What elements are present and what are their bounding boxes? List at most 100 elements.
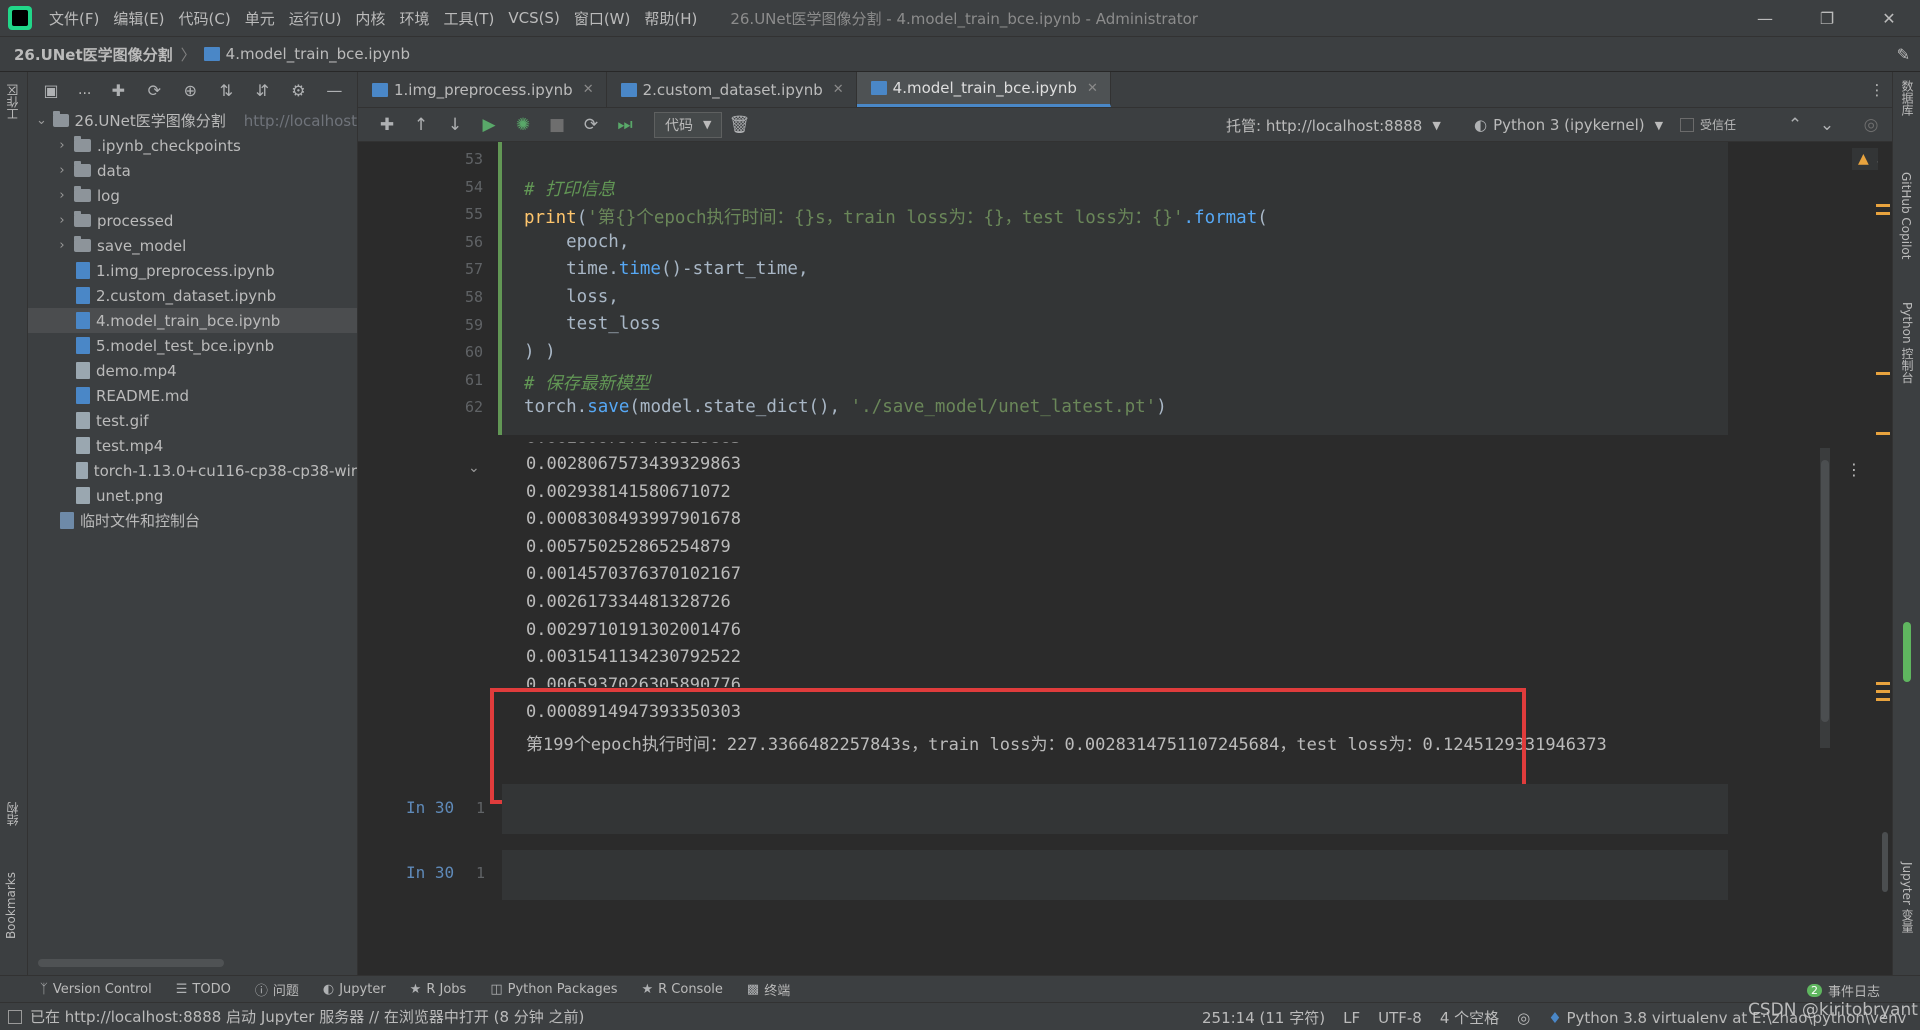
code-line[interactable]: # 打印信息 xyxy=(524,176,615,201)
tab-model-train-bce[interactable]: 4.model_train_bce.ipynb ✕ xyxy=(856,72,1111,107)
jupyter-host-select[interactable]: 托管: http://localhost:8888 ▼ xyxy=(1216,112,1451,138)
sync-icon[interactable]: ⟳ xyxy=(145,81,163,100)
view-mode-selector[interactable]: ... xyxy=(78,82,91,98)
code-line[interactable]: epoch, xyxy=(524,232,629,252)
warning-marker[interactable] xyxy=(1876,204,1890,207)
menu-run[interactable]: 运行(U) xyxy=(282,8,349,29)
menu-tools[interactable]: 工具(T) xyxy=(436,8,501,29)
file-encoding[interactable]: UTF-8 xyxy=(1378,1009,1422,1027)
tab-terminal[interactable]: ▩ 终端 xyxy=(747,980,790,999)
delete-cell-icon[interactable]: 🗑 xyxy=(722,111,756,139)
tree-folder[interactable]: › log xyxy=(28,183,357,208)
empty-code-cell[interactable] xyxy=(502,784,1728,834)
code-line[interactable]: torch.save(model.state_dict(), './save_m… xyxy=(524,397,1167,417)
tab-todo[interactable]: ☰ TODO xyxy=(176,982,231,997)
chevron-up-icon[interactable]: ⌃ xyxy=(1778,111,1812,139)
tab-r-jobs[interactable]: ★ R Jobs xyxy=(410,982,467,997)
chevron-down-icon[interactable]: ⌄ xyxy=(1810,111,1844,139)
tree-root[interactable]: ⌄ 26.UNet医学图像分割 http://localhost xyxy=(28,108,357,133)
bookmarks-tool-button[interactable]: Bookmarks xyxy=(4,872,18,939)
tab-custom-dataset[interactable]: 2.custom_dataset.ipynb ✕ xyxy=(607,72,857,107)
close-tab-icon[interactable]: ✕ xyxy=(583,82,594,97)
tree-folder[interactable]: › processed xyxy=(28,208,357,233)
copilot-icon[interactable]: ◎ xyxy=(1517,1009,1530,1027)
hide-icon[interactable]: — xyxy=(325,81,343,100)
cell-type-select[interactable]: 代码 ▼ xyxy=(654,111,723,138)
tab-jupyter[interactable]: ◐ Jupyter xyxy=(323,982,386,997)
debug-icon[interactable]: ✺ xyxy=(506,111,540,139)
trusted-toggle[interactable]: 受信任 xyxy=(1680,116,1736,133)
edit-icon[interactable]: ✎ xyxy=(1897,45,1910,64)
collapse-all-icon[interactable]: ⇵ xyxy=(253,81,271,100)
run-cell-icon[interactable]: ▶ xyxy=(472,111,506,139)
tree-file[interactable]: torch-1.13.0+cu116-cp38-cp38-wir xyxy=(28,458,357,483)
warning-marker[interactable] xyxy=(1876,372,1890,375)
warning-marker[interactable] xyxy=(1876,212,1890,215)
python-console-tool-button[interactable]: Python 控制台 xyxy=(1899,302,1916,383)
menu-cell[interactable]: 单元 xyxy=(238,8,282,29)
horizontal-scrollbar[interactable] xyxy=(38,959,224,967)
project-tool-button[interactable]: 工作区 xyxy=(4,84,21,120)
kernel-select[interactable]: ◐ Python 3 (ipykernel) ▼ xyxy=(1464,112,1673,138)
menu-window[interactable]: 窗口(W) xyxy=(567,8,638,29)
tree-folder[interactable]: › data xyxy=(28,158,357,183)
tree-folder[interactable]: › .ipynb_checkpoints xyxy=(28,133,357,158)
menu-file[interactable]: 文件(F) xyxy=(42,8,106,29)
copilot-tool-button[interactable]: GitHub Copilot xyxy=(1899,172,1913,259)
indent-setting[interactable]: 4 个空格 xyxy=(1440,1007,1499,1028)
menu-help[interactable]: 帮助(H) xyxy=(637,8,704,29)
tree-file[interactable]: demo.mp4 xyxy=(28,358,357,383)
expand-all-icon[interactable]: ⇅ xyxy=(217,81,235,100)
caret-position[interactable]: 251:14 (11 字符) xyxy=(1202,1007,1325,1028)
tab-version-control[interactable]: ᛉ Version Control xyxy=(40,982,152,997)
output-scrollbar[interactable] xyxy=(1820,448,1830,748)
tab-img-preprocess[interactable]: 1.img_preprocess.ipynb ✕ xyxy=(358,72,607,107)
stop-icon[interactable]: ■ xyxy=(540,111,574,139)
gear-icon[interactable]: ⚙ xyxy=(289,81,307,100)
chevron-right-icon[interactable]: › xyxy=(54,238,70,253)
jupyter-variables-tool-button[interactable]: Jupyter 变量 xyxy=(1899,862,1916,933)
new-folder-icon[interactable]: ✚ xyxy=(109,81,127,100)
chevron-down-icon[interactable]: ⌄ xyxy=(34,113,49,128)
chevron-right-icon[interactable]: › xyxy=(54,188,70,203)
more-vert-icon[interactable]: ⋮ xyxy=(1862,72,1892,107)
move-up-icon[interactable]: ↑ xyxy=(404,111,438,139)
close-icon[interactable]: ✕ xyxy=(1858,0,1920,36)
menu-vcs[interactable]: VCS(S) xyxy=(501,9,566,27)
code-line[interactable]: ) ) xyxy=(524,342,556,362)
tree-folder[interactable]: › save_model xyxy=(28,233,357,258)
tree-file[interactable]: 5.model_test_bce.ipynb xyxy=(28,333,357,358)
trusted-checkbox[interactable] xyxy=(1680,117,1694,132)
breadcrumb-file[interactable]: 4.model_train_bce.ipynb xyxy=(226,45,410,63)
move-down-icon[interactable]: ↓ xyxy=(438,111,472,139)
collapse-output-icon[interactable]: ⌄ xyxy=(468,460,480,476)
code-line[interactable]: loss, xyxy=(524,287,619,307)
warning-marker[interactable] xyxy=(1876,690,1890,693)
chevron-right-icon[interactable]: › xyxy=(54,213,70,228)
line-separator[interactable]: LF xyxy=(1343,1009,1360,1027)
tree-file[interactable]: test.gif xyxy=(28,408,357,433)
close-tab-icon[interactable]: ✕ xyxy=(833,82,844,97)
menu-code[interactable]: 代码(C) xyxy=(172,8,238,29)
chevron-right-icon[interactable]: › xyxy=(54,163,70,178)
tree-scratches[interactable]: 临时文件和控制台 xyxy=(28,508,357,533)
menu-edit[interactable]: 编辑(E) xyxy=(106,8,171,29)
event-log-button[interactable]: 2 事件日志 xyxy=(1806,981,1880,1000)
add-cell-icon[interactable]: ✚ xyxy=(370,111,404,139)
close-tab-icon[interactable]: ✕ xyxy=(1087,81,1098,96)
globe-icon[interactable]: ◎ xyxy=(1854,111,1888,139)
code-line[interactable]: time.time()-start_time, xyxy=(524,259,808,279)
tree-file-selected[interactable]: 4.model_train_bce.ipynb xyxy=(28,308,357,333)
panel-view-icon[interactable]: ▣ xyxy=(42,81,60,100)
tab-python-packages[interactable]: ◫ Python Packages xyxy=(490,982,617,997)
warning-marker[interactable] xyxy=(1876,432,1890,435)
locate-icon[interactable]: ⊕ xyxy=(181,81,199,100)
minimize-icon[interactable]: — xyxy=(1734,0,1796,36)
warning-marker[interactable] xyxy=(1876,698,1890,701)
breadcrumb-project[interactable]: 26.UNet医学图像分割 xyxy=(14,44,173,65)
code-line[interactable]: test_loss xyxy=(524,314,661,334)
empty-code-cell[interactable] xyxy=(502,850,1728,900)
tree-file[interactable]: README.md xyxy=(28,383,357,408)
status-message[interactable]: 已在 http://localhost:8888 启动 Jupyter 服务器 … xyxy=(30,1006,584,1027)
restart-kernel-icon[interactable]: ⟳ xyxy=(574,111,608,139)
